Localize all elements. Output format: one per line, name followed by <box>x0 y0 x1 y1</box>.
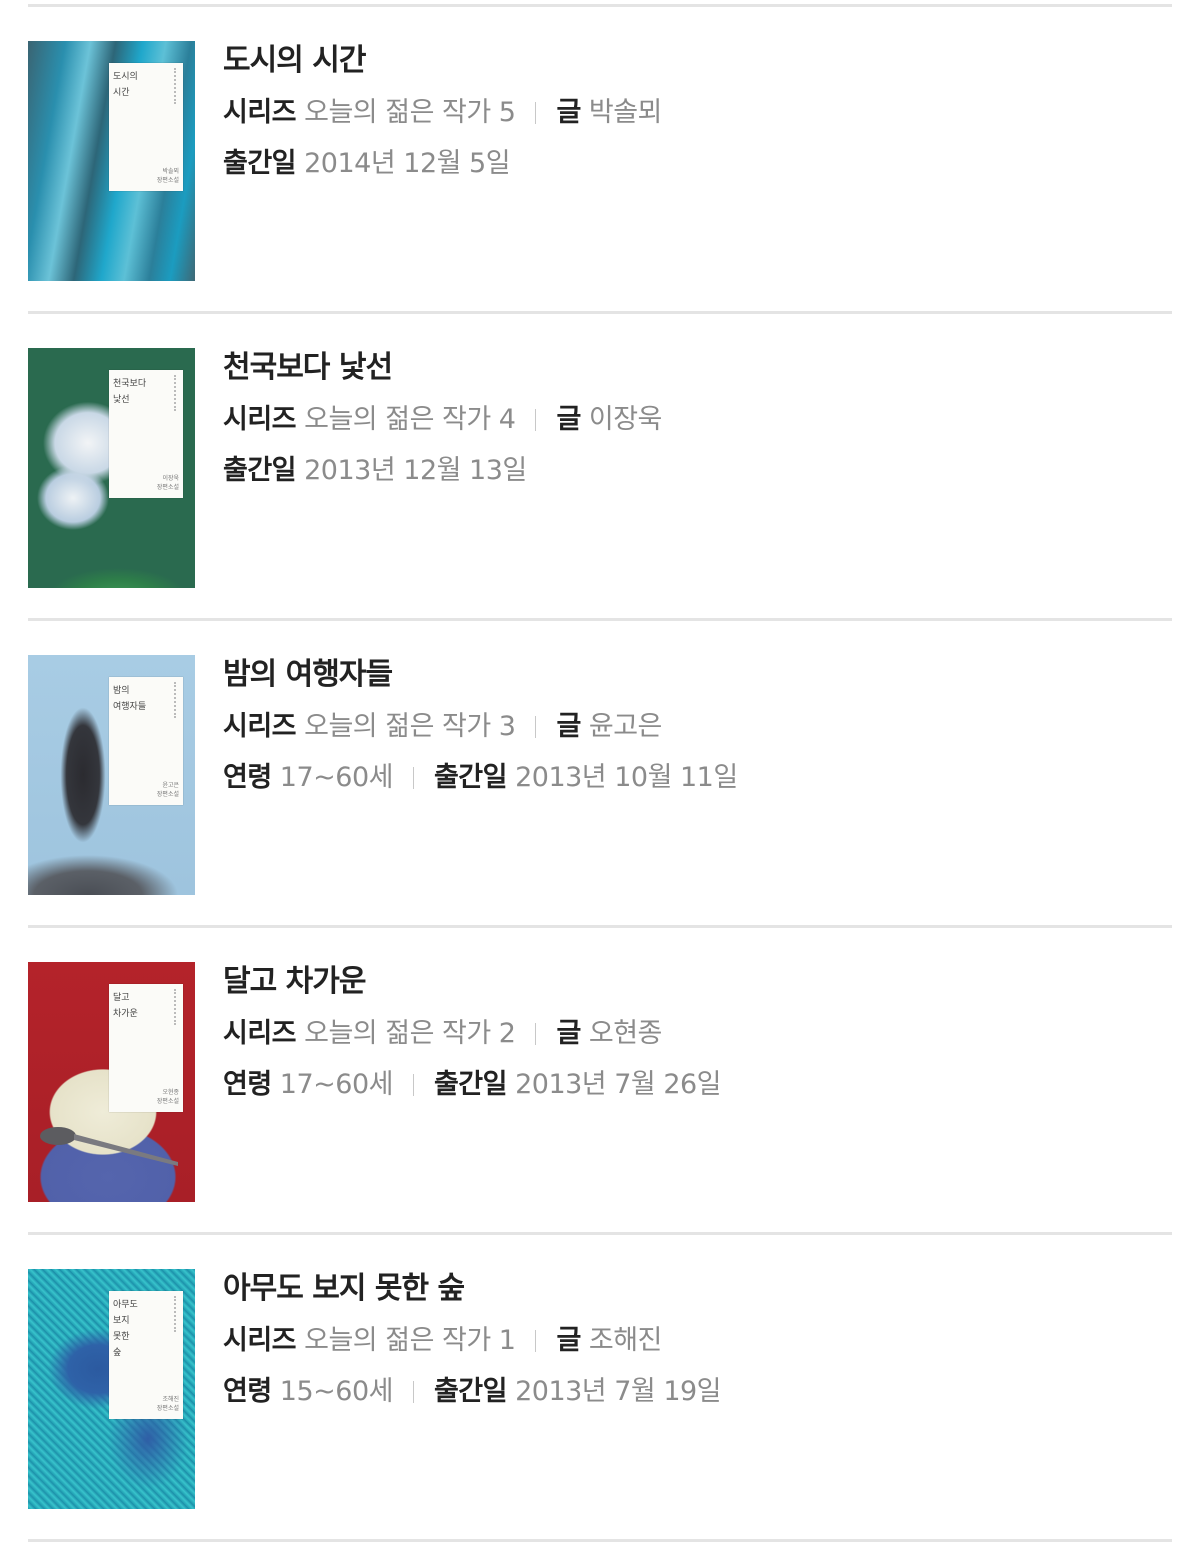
separator <box>535 1330 537 1352</box>
separator <box>412 1074 414 1096</box>
age-value: 15~60세 <box>279 1376 394 1407</box>
meta-row: 출간일 2013년 12월 13일 <box>223 453 1153 489</box>
book-list-item[interactable]: 도시의 시간 박솔뫼 장편소설 도시의 시간 시리즈 오늘의 젊은 작가 5 글 … <box>28 7 1172 313</box>
release-value: 2013년 7월 19일 <box>515 1376 722 1407</box>
cover-decoration <box>174 1296 180 1332</box>
book-title[interactable]: 도시의 시간 <box>223 41 1153 81</box>
age-label: 연령 <box>223 762 272 793</box>
book-info: 도시의 시간 시리즈 오늘의 젊은 작가 5 글 박솔뫼 출간일 2014년 12… <box>223 41 1153 182</box>
release-label: 출간일 <box>433 1376 508 1407</box>
book-title[interactable]: 달고 차가운 <box>223 962 1153 1002</box>
age-value: 17~60세 <box>279 1069 394 1100</box>
cover-decoration <box>174 68 180 104</box>
author-value: 오현종 <box>588 1018 663 1049</box>
cover-author: 이장욱 장편소설 <box>156 475 179 491</box>
book-info: 천국보다 낯선 시리즈 오늘의 젊은 작가 4 글 이장욱 출간일 2013년 1… <box>223 348 1153 489</box>
age-label: 연령 <box>223 1069 272 1100</box>
cover-author: 조해진 장편소설 <box>156 1396 179 1412</box>
book-list-item[interactable]: 밤의 여행자들 윤고은 장편소설 밤의 여행자들 시리즈 오늘의 젊은 작가 3… <box>28 621 1172 927</box>
book-cover[interactable]: 아무도 보지 못한 숲 조해진 장편소설 <box>28 1269 195 1509</box>
meta-row: 연령 15~60세 출간일 2013년 7월 19일 <box>223 1374 1153 1410</box>
author-label: 글 <box>556 1018 581 1049</box>
release-value: 2013년 7월 26일 <box>515 1069 722 1100</box>
release-label: 출간일 <box>223 148 297 179</box>
book-list-item[interactable]: 아무도 보지 못한 숲 조해진 장편소설 아무도 보지 못한 숲 시리즈 오늘의… <box>28 1235 1172 1541</box>
author-value: 윤고은 <box>588 711 663 742</box>
book-list-item[interactable]: 천국보다 낯선 이장욱 장편소설 천국보다 낯선 시리즈 오늘의 젊은 작가 4… <box>28 314 1172 620</box>
release-value: 2013년 12월 13일 <box>304 455 527 486</box>
cover-title: 도시의 시간 <box>113 72 138 98</box>
cover-label: 아무도 보지 못한 숲 조해진 장편소설 <box>109 1291 183 1419</box>
author-value: 조해진 <box>588 1325 663 1356</box>
series-value: 오늘의 젊은 작가 5 <box>304 97 516 128</box>
separator <box>535 102 537 124</box>
series-value: 오늘의 젊은 작가 1 <box>304 1325 516 1356</box>
age-value: 17~60세 <box>279 762 394 793</box>
book-cover[interactable]: 천국보다 낯선 이장욱 장편소설 <box>28 348 195 588</box>
cover-decoration <box>174 375 180 411</box>
series-label: 시리즈 <box>223 711 297 742</box>
separator <box>535 409 537 431</box>
release-label: 출간일 <box>223 455 297 486</box>
author-value: 이장욱 <box>588 404 663 435</box>
separator <box>535 716 537 738</box>
series-label: 시리즈 <box>223 97 297 128</box>
series-author-row: 시리즈 오늘의 젊은 작가 3 글 윤고은 <box>223 709 1153 745</box>
author-label: 글 <box>556 404 581 435</box>
release-label: 출간일 <box>433 1069 508 1100</box>
book-title[interactable]: 천국보다 낯선 <box>223 348 1153 388</box>
book-list-item[interactable]: 달고 차가운 오현종 장편소설 달고 차가운 시리즈 오늘의 젊은 작가 2 글 … <box>28 928 1172 1234</box>
author-value: 박솔뫼 <box>588 97 663 128</box>
cover-title: 밤의 여행자들 <box>113 686 147 712</box>
spoon-icon <box>40 1127 178 1166</box>
series-author-row: 시리즈 오늘의 젊은 작가 1 글 조해진 <box>223 1323 1153 1359</box>
series-author-row: 시리즈 오늘의 젊은 작가 2 글 오현종 <box>223 1016 1153 1052</box>
cover-label: 밤의 여행자들 윤고은 장편소설 <box>109 677 183 805</box>
separator <box>412 1381 414 1403</box>
series-label: 시리즈 <box>223 1018 297 1049</box>
release-value: 2014년 12월 5일 <box>304 148 511 179</box>
author-label: 글 <box>556 1325 581 1356</box>
meta-row: 출간일 2014년 12월 5일 <box>223 146 1153 182</box>
age-label: 연령 <box>223 1376 272 1407</box>
divider <box>28 1539 1172 1542</box>
book-cover[interactable]: 달고 차가운 오현종 장편소설 <box>28 962 195 1202</box>
series-author-row: 시리즈 오늘의 젊은 작가 5 글 박솔뫼 <box>223 95 1153 131</box>
author-label: 글 <box>556 711 581 742</box>
book-title[interactable]: 밤의 여행자들 <box>223 655 1153 695</box>
separator <box>412 767 414 789</box>
cover-author: 박솔뫼 장편소설 <box>156 168 179 184</box>
release-value: 2013년 10월 11일 <box>515 762 738 793</box>
release-label: 출간일 <box>433 762 508 793</box>
book-info: 아무도 보지 못한 숲 시리즈 오늘의 젊은 작가 1 글 조해진 연령 15~6… <box>223 1269 1153 1410</box>
book-title[interactable]: 아무도 보지 못한 숲 <box>223 1269 1153 1309</box>
cover-label: 천국보다 낯선 이장욱 장편소설 <box>109 370 183 498</box>
author-label: 글 <box>556 97 581 128</box>
book-cover[interactable]: 도시의 시간 박솔뫼 장편소설 <box>28 41 195 281</box>
cover-title: 천국보다 낯선 <box>113 379 147 405</box>
series-value: 오늘의 젊은 작가 2 <box>304 1018 516 1049</box>
book-info: 밤의 여행자들 시리즈 오늘의 젊은 작가 3 글 윤고은 연령 17~60세 출간… <box>223 655 1153 796</box>
series-value: 오늘의 젊은 작가 4 <box>304 404 516 435</box>
series-label: 시리즈 <box>223 404 297 435</box>
cover-title: 아무도 보지 못한 숲 <box>113 1300 138 1358</box>
meta-row: 연령 17~60세 출간일 2013년 7월 26일 <box>223 1067 1153 1103</box>
series-label: 시리즈 <box>223 1325 297 1356</box>
cover-label: 도시의 시간 박솔뫼 장편소설 <box>109 63 183 191</box>
meta-row: 연령 17~60세 출간일 2013년 10월 11일 <box>223 760 1153 796</box>
book-cover[interactable]: 밤의 여행자들 윤고은 장편소설 <box>28 655 195 895</box>
book-info: 달고 차가운 시리즈 오늘의 젊은 작가 2 글 오현종 연령 17~60세 출간일… <box>223 962 1153 1103</box>
series-author-row: 시리즈 오늘의 젊은 작가 4 글 이장욱 <box>223 402 1153 438</box>
series-value: 오늘의 젊은 작가 3 <box>304 711 516 742</box>
separator <box>535 1023 537 1045</box>
cover-decoration <box>174 682 180 718</box>
cover-author: 윤고은 장편소설 <box>156 782 179 798</box>
